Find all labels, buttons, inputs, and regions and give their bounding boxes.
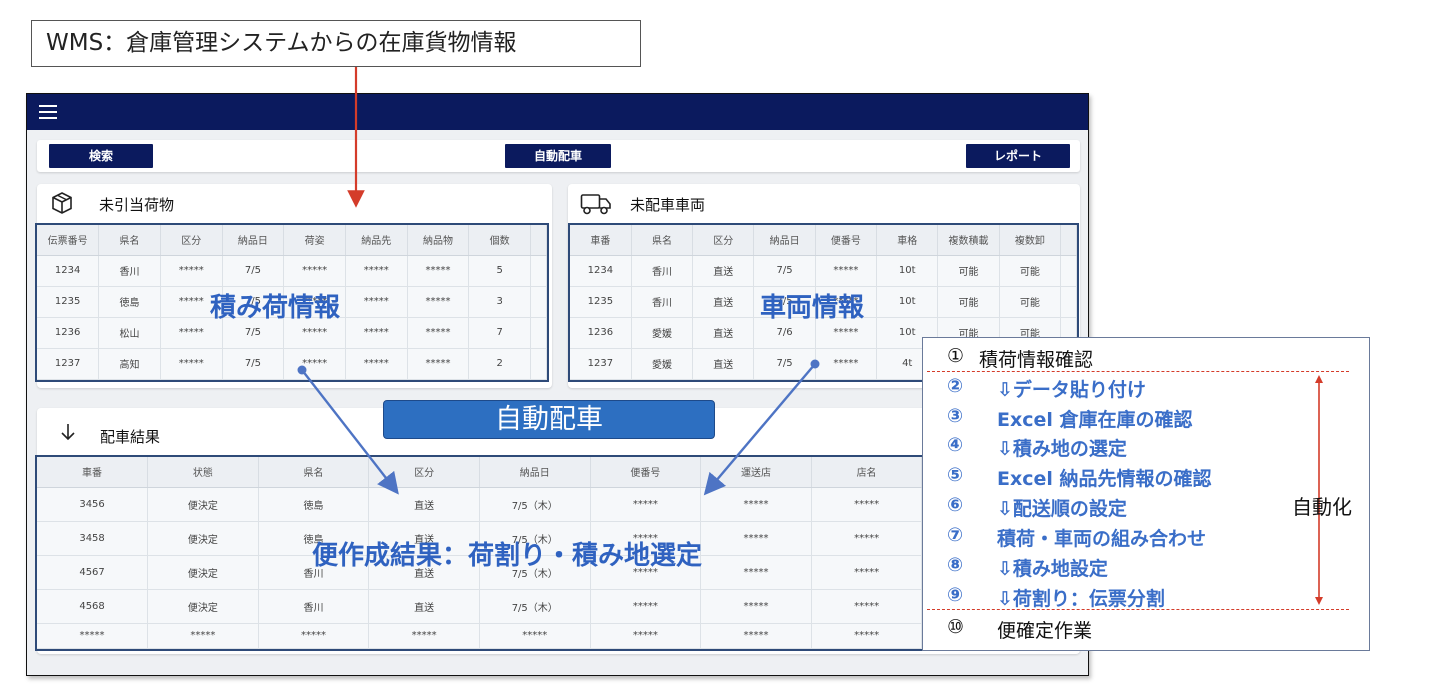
vehicle-flow-arrow — [703, 363, 816, 496]
automation-label: 自動化 — [1292, 495, 1352, 519]
step-text: Excel 倉庫在庫の確認 — [997, 409, 1193, 431]
cargo-flow-arrow — [301, 369, 399, 495]
step-number: ⑦ — [947, 524, 964, 546]
step-number: ⑨ — [947, 584, 964, 606]
step-text: 積荷・車両の組み合わせ — [997, 528, 1207, 550]
step-number: ⑧ — [947, 554, 964, 576]
step-number: ④ — [947, 434, 964, 456]
step-number: ③ — [947, 405, 964, 427]
process-steps-box: ① 積荷情報確認 ② ⇩データ貼り付け ③ Excel 倉庫在庫の確認 ④ ⇩積み地の選定 ⑤ E… — [922, 337, 1370, 651]
step-text: 便確定作業 — [997, 620, 1093, 642]
auto-range-bracket — [1315, 375, 1323, 605]
step-number: ① — [947, 345, 965, 367]
step-text: ⇩積み地設定 — [997, 558, 1108, 580]
step-text: ⇩積み地の選定 — [997, 438, 1127, 460]
step-text: ⇩配送順の設定 — [997, 498, 1127, 520]
step-number: ⑩ — [947, 616, 965, 638]
step-number: ⑥ — [947, 494, 964, 516]
auto-range-end-line — [927, 609, 1349, 610]
step-text: ⇩データ貼り付け — [997, 379, 1146, 401]
step-text: Excel 納品先情報の確認 — [997, 468, 1212, 490]
step-text: ⇩荷割り：伝票分割 — [997, 588, 1165, 610]
step-number: ⑤ — [947, 464, 964, 486]
auto-range-start-line — [927, 371, 1349, 372]
step-number: ② — [947, 375, 964, 397]
step-text: 積荷情報確認 — [979, 349, 1094, 371]
